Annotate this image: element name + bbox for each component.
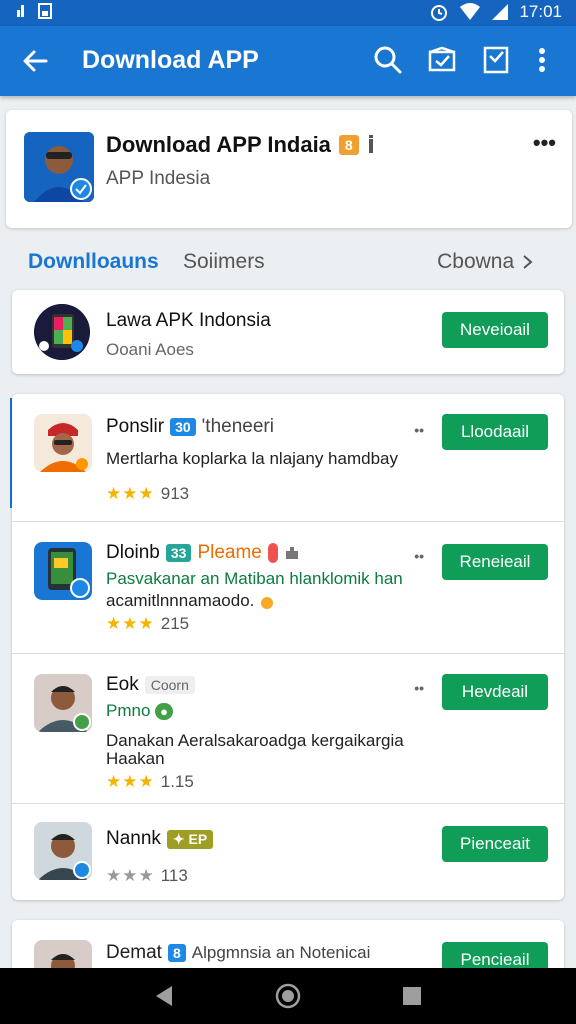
row-menu-icon[interactable]: •• (414, 422, 424, 438)
app-title-row: Dloinb 33 Pleame (106, 542, 300, 564)
download-button[interactable]: Reneieail (442, 544, 548, 580)
bag-icon (261, 596, 274, 609)
featured-app-subtitle: Ooani Aoes (106, 340, 194, 359)
featured-app-icon (34, 304, 90, 360)
app-title: Dloinb (106, 542, 160, 563)
download-button[interactable]: Hevdeail (442, 674, 548, 710)
app-title-row: Ponslir 30 'theneeri (106, 416, 274, 438)
app-title-row: Eok Coorn (106, 674, 195, 696)
tab-similar[interactable]: Soiimers (183, 250, 265, 274)
star-rating-icon: ★★★ (106, 484, 155, 503)
tab-more-label: Cbowna (437, 250, 515, 273)
app-chip: ✦ EP (166, 829, 214, 849)
search-icon[interactable] (372, 44, 404, 76)
app-title-row: Demat 8 Alpgmnsia an Notenicai (106, 942, 370, 964)
app-extra: Alpgmnsia an Notenicai (191, 943, 371, 962)
featured-download-button[interactable]: Neveioail (442, 312, 548, 348)
app-description: Mertlarha koplarka la nlajany hamdbay (106, 449, 398, 468)
status-left-icons (16, 3, 52, 19)
star-rating-icon: ★★★ (106, 866, 155, 885)
app-chip: 33 (165, 544, 192, 562)
app-rating-count: 113 (160, 866, 188, 885)
back-arrow-icon[interactable] (18, 44, 52, 78)
status-bar: 17:01 (0, 0, 576, 26)
app-row[interactable]: Nannk ✦ EP ★★★ 113 Pienceait (12, 804, 564, 900)
row-menu-icon[interactable]: •• (414, 548, 424, 564)
tab-bar: Downlloauns Soiimers Cbowna (0, 240, 576, 284)
app-rating: ★★★ 1.15 (106, 772, 194, 792)
app-bar-title: Download APP (82, 46, 259, 74)
back-triangle-icon[interactable] (150, 982, 178, 1010)
star-rating-icon: ★★★ (106, 772, 155, 791)
developer-badge: 8 (338, 135, 359, 155)
tab-downloads[interactable]: Downlloauns (28, 250, 159, 274)
status-right: 17:01 (429, 2, 562, 22)
inbox-check-icon[interactable] (480, 44, 512, 76)
alarm-icon (431, 5, 448, 21)
app-row[interactable]: Ponslir 30 'theneeri Mertlarha koplarka … (12, 394, 564, 522)
header-more-icon[interactable]: ••• (533, 130, 556, 156)
app-bar: Download APP (0, 26, 576, 96)
developer-name-row: Download APP Indaia 8 (106, 132, 375, 158)
download-button[interactable]: Lloodaail (442, 414, 548, 450)
app-title: Nannk (106, 828, 161, 849)
star-rating-icon: ★★★ (106, 614, 155, 633)
row-menu-icon[interactable]: •• (414, 680, 424, 696)
app-extra: Pmno (106, 701, 151, 720)
app-list-card: Ponslir 30 'theneeri Mertlarha koplarka … (12, 394, 564, 900)
app-rating: ★★★ 113 (106, 866, 188, 886)
app-icon-2 (34, 542, 92, 600)
chevron-right-icon (523, 255, 533, 270)
app-rating-count: 215 (160, 614, 190, 633)
signal-icon (492, 4, 509, 20)
developer-header-card: Download APP Indaia 8 APP Indesia ••• (6, 110, 572, 228)
featured-app-card[interactable]: Lawa APK Indonsia Ooani Aoes Neveioail (12, 290, 564, 374)
app-description-line2: acamitlnnnamaodo. (106, 590, 436, 612)
developer-avatar (24, 132, 94, 202)
recents-square-icon[interactable] (398, 982, 426, 1010)
app-icon-1 (34, 414, 92, 472)
app-chip-label: EP (188, 830, 208, 847)
system-nav-bar (0, 968, 576, 1024)
developer-name: Download APP Indaia (106, 132, 331, 157)
image-notification-icon (38, 3, 52, 19)
app-description-line2-text: acamitlnnnamaodo. (106, 591, 255, 610)
featured-app-title: Lawa APK Indonsia (106, 310, 271, 331)
app-row[interactable]: Eok Coorn Pmno ● Danakan Aeralsakaroadga… (12, 654, 564, 804)
info-icon (368, 135, 373, 153)
tag-icon (267, 543, 278, 563)
status-dot-icon: ● (155, 703, 174, 720)
app-rating-count: 1.15 (160, 772, 194, 791)
app-chip: Coorn (144, 676, 195, 694)
app-icon-3 (34, 674, 92, 732)
tab-more-link[interactable]: Cbowna (437, 250, 534, 274)
app-extra: Pleame (197, 542, 262, 563)
app-description-line2: Haakan (106, 749, 165, 768)
puzzle-icon (285, 547, 298, 559)
app-title-row: Nannk ✦ EP (106, 828, 214, 850)
app-rating: ★★★ 215 (106, 614, 189, 634)
app-chip: 30 (170, 418, 196, 436)
app-extra: 'theneeri (201, 416, 274, 437)
app-icon-4 (34, 822, 92, 880)
app-row[interactable]: Dloinb 33 Pleame Pasvakanar an Matiban h… (12, 522, 564, 654)
app-title: Demat (106, 942, 162, 963)
developer-subtitle: APP Indesia (106, 168, 211, 189)
app-description: Pasvakanar an Matiban hlanklomik han (106, 569, 403, 588)
app-title: Ponslir (106, 416, 165, 437)
app-rating-count: 913 (160, 484, 190, 503)
overflow-menu-icon[interactable] (532, 44, 552, 76)
app-title: Eok (106, 674, 139, 695)
status-time: 17:01 (519, 2, 562, 21)
app-extra-row: Pmno ● (106, 700, 436, 723)
notification-icon (17, 5, 24, 17)
home-circle-icon[interactable] (274, 982, 302, 1010)
app-chip: 8 (167, 944, 186, 962)
download-button[interactable]: Pienceait (442, 826, 548, 862)
wifi-icon (460, 3, 481, 20)
mail-check-icon[interactable] (426, 44, 458, 76)
app-rating: ★★★ 913 (106, 484, 189, 504)
